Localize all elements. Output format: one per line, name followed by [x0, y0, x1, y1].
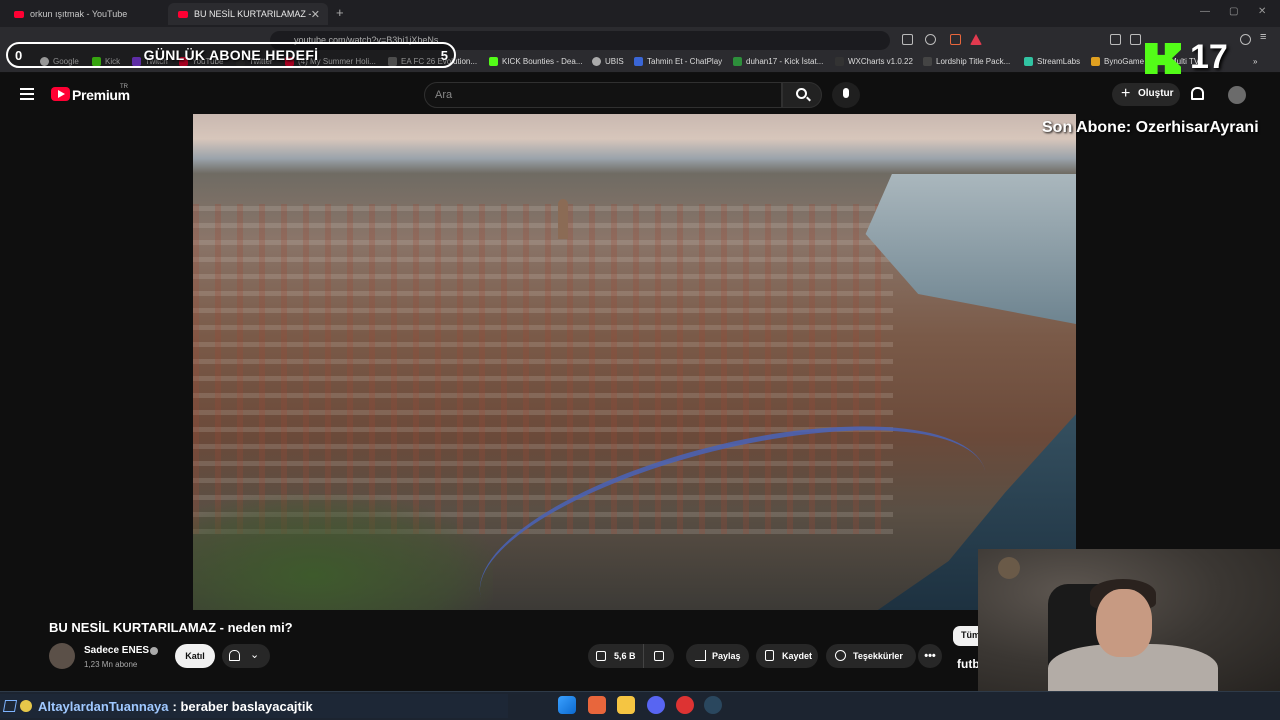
chatplay-icon: [634, 57, 643, 66]
bookmark-bynogame[interactable]: BynoGame: [1091, 57, 1144, 66]
like-count: 5,6 B: [614, 651, 636, 661]
brave-browser-icon[interactable]: [588, 696, 606, 714]
minimize-icon[interactable]: —: [1200, 6, 1210, 17]
brave-shield-icon[interactable]: [950, 34, 961, 45]
like-button[interactable]: 5,6 B: [588, 644, 644, 668]
tab-video-active[interactable]: BU NESİL KURTARILAMAZ - ned ✕: [168, 3, 328, 25]
maximize-icon[interactable]: ▢: [1229, 6, 1238, 17]
youtube-favicon-icon: [178, 10, 188, 18]
bookmark-lordship[interactable]: Lordship Title Pack...: [923, 57, 1010, 66]
share-page-icon[interactable]: [925, 34, 936, 45]
kick-icon: [489, 57, 498, 66]
thumbs-up-icon: [596, 651, 606, 661]
webcam-overlay: [978, 549, 1280, 691]
subscriber-goal-overlay: 0 GÜNLÜK ABONE HEDEFİ 5: [6, 42, 456, 68]
tab-title: BU NESİL KURTARILAMAZ - ned: [194, 9, 312, 19]
chevron-down-icon: ⌄: [250, 649, 260, 661]
obs-icon[interactable]: [676, 696, 694, 714]
country-code: TR: [120, 84, 128, 90]
bookmark-tahmin[interactable]: Tahmin Et - ChatPlay: [634, 57, 722, 66]
notification-bell-icon: [229, 650, 240, 661]
like-dislike-group: 5,6 B: [588, 644, 674, 668]
steam-icon[interactable]: [704, 696, 722, 714]
windows-start-icon[interactable]: [558, 696, 576, 714]
menu-icon[interactable]: ≡: [1260, 31, 1271, 43]
extension-icon[interactable]: [1130, 34, 1141, 45]
account-avatar[interactable]: [1228, 86, 1246, 104]
goal-title: GÜNLÜK ABONE HEDEFİ: [143, 47, 319, 63]
share-button[interactable]: Paylaş: [686, 644, 749, 668]
super-thanks-icon: [835, 650, 846, 661]
more-actions-button[interactable]: •••: [918, 644, 942, 668]
extension-icon[interactable]: [1110, 34, 1121, 45]
channel-name[interactable]: Sadece ENES: [84, 645, 149, 656]
bookmark-kick-bounties[interactable]: KICK Bounties - Dea...: [489, 57, 582, 66]
video-player[interactable]: [193, 114, 1076, 610]
close-tab-icon[interactable]: ✕: [311, 8, 320, 21]
hamburger-menu-icon[interactable]: [20, 88, 34, 100]
recommended-item-title[interactable]: futb: [957, 657, 980, 671]
search-button[interactable]: [782, 82, 822, 108]
bookmark-duhan[interactable]: duhan17 - Kick İstat...: [733, 57, 823, 66]
search-input[interactable]: Ara: [424, 82, 782, 108]
join-button[interactable]: Katıl: [175, 644, 215, 668]
share-icon: [695, 650, 706, 661]
subscriber-count: 1,23 Mn abone: [84, 660, 138, 669]
kick-viewer-count: 17: [1190, 38, 1228, 76]
channel-avatar[interactable]: [49, 643, 75, 669]
save-button[interactable]: Kaydet: [756, 644, 818, 668]
streamer-face: [1096, 589, 1152, 657]
rewards-icon[interactable]: [970, 34, 982, 45]
bookmark-streamlabs[interactable]: StreamLabs: [1024, 57, 1080, 66]
wx-icon: [835, 57, 844, 66]
create-button[interactable]: + Oluştur: [1112, 83, 1180, 106]
subscribed-button[interactable]: ⌄: [222, 644, 270, 668]
streamlabs-icon: [1024, 57, 1033, 66]
tab-youtube-search[interactable]: orkun ışıtmak - YouTube: [4, 3, 164, 25]
bookmark-ubis[interactable]: UBIS: [592, 57, 624, 66]
stats-icon: [733, 57, 742, 66]
youtube-logo-icon[interactable]: [51, 87, 70, 101]
video-title: BU NESİL KURTARILAMAZ - neden mi?: [49, 620, 293, 635]
new-tab-button[interactable]: +: [336, 5, 344, 20]
goal-target: 5: [440, 48, 448, 63]
park-greenery: [193, 494, 493, 610]
galata-tower: [558, 199, 568, 239]
vpn-icon[interactable]: [1240, 34, 1251, 45]
verified-icon: [150, 647, 158, 655]
chat-text: : beraber baslayacajtik: [172, 698, 313, 714]
voice-search-icon[interactable]: [832, 82, 860, 108]
discord-icon[interactable]: [647, 696, 665, 714]
thanks-button[interactable]: Teşekkürler: [826, 644, 916, 668]
subscriber-badge-icon: [20, 700, 32, 712]
thumbs-down-icon[interactable]: [654, 651, 664, 661]
more-bookmarks-icon[interactable]: »: [1253, 57, 1257, 66]
moderator-badge-icon: [2, 700, 18, 712]
close-window-icon[interactable]: ✕: [1258, 6, 1266, 17]
more-icon: •••: [924, 650, 936, 662]
lamp: [998, 557, 1020, 579]
screenshot-icon[interactable]: [902, 34, 913, 45]
tab-title: orkun ışıtmak - YouTube: [30, 9, 128, 19]
bookmark-icon: [765, 650, 774, 661]
bynogame-icon: [1091, 57, 1100, 66]
globe-icon: [592, 57, 601, 66]
chat-username: AltaylardanTuannaya: [38, 698, 169, 714]
notifications-bell-icon[interactable]: [1191, 87, 1204, 100]
plus-icon: +: [1121, 85, 1131, 102]
page-icon: [923, 57, 932, 66]
youtube-favicon-icon: [14, 10, 24, 18]
bookmark-wxcharts[interactable]: WXCharts v1.0.22: [835, 57, 913, 66]
last-subscriber-overlay: Son Abone: OzerhisarAyrani: [1042, 119, 1259, 136]
file-explorer-icon[interactable]: [617, 696, 635, 714]
chat-message-overlay: AltaylardanTuannaya : beraber baslayacaj…: [0, 694, 508, 718]
